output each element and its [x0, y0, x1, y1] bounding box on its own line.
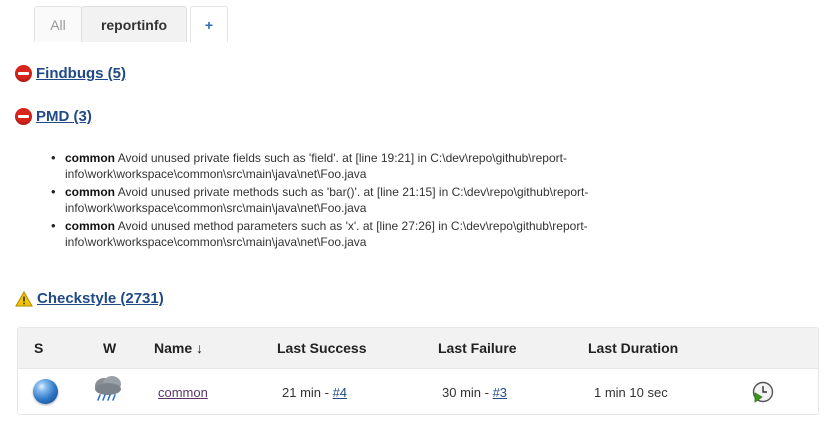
- last-duration-cell: 1 min 10 sec: [594, 385, 668, 400]
- issue-text: Avoid unused private methods such as 'ba…: [65, 185, 589, 215]
- job-table: S W Name ↓ Last Success Last Failure Las…: [17, 327, 819, 415]
- collapse-icon[interactable]: [15, 65, 32, 82]
- warning-icon: [15, 290, 33, 306]
- findbugs-section-header: Findbugs (5): [15, 65, 126, 82]
- last-success-cell: 21 min - #4: [282, 385, 347, 400]
- last-failure-cell: 30 min - #3: [442, 385, 507, 400]
- pmd-link[interactable]: PMD (3): [36, 108, 92, 125]
- last-failure-time: 30 min -: [442, 385, 493, 400]
- last-failure-build-link[interactable]: #3: [493, 385, 507, 400]
- column-header-last-success[interactable]: Last Success: [277, 340, 367, 356]
- last-success-time: 21 min -: [282, 385, 333, 400]
- table-header: S W Name ↓ Last Success Last Failure Las…: [18, 328, 818, 369]
- table-row: common 21 min - #4 30 min - #3 1 min 10 …: [18, 369, 818, 414]
- issue-module: common: [65, 185, 116, 199]
- issue-text: Avoid unused private fields such as 'fie…: [65, 151, 567, 181]
- pmd-section-header: PMD (3): [15, 108, 92, 125]
- column-header-status[interactable]: S: [34, 340, 43, 356]
- tab-reportinfo[interactable]: reportinfo: [81, 6, 187, 42]
- issue-module: common: [65, 151, 116, 165]
- pmd-issue-list: common Avoid unused private fields such …: [48, 150, 828, 252]
- tab-all[interactable]: All: [34, 6, 82, 42]
- rain-cloud-icon: [95, 376, 121, 401]
- column-header-weather[interactable]: W: [103, 340, 116, 356]
- column-header-last-failure[interactable]: Last Failure: [438, 340, 517, 356]
- column-header-name[interactable]: Name ↓: [154, 340, 203, 356]
- checkstyle-section-header: Checkstyle (2731): [15, 290, 164, 307]
- list-item: common Avoid unused private fields such …: [48, 150, 828, 182]
- collapse-icon[interactable]: [15, 108, 32, 125]
- schedule-build-icon[interactable]: [752, 381, 774, 403]
- job-name-link[interactable]: common: [158, 385, 208, 400]
- list-item: common Avoid unused private methods such…: [48, 184, 828, 216]
- issue-text: Avoid unused method parameters such as '…: [65, 219, 588, 249]
- blue-ball-icon: [33, 379, 58, 404]
- tab-add[interactable]: +: [190, 6, 228, 42]
- issue-module: common: [65, 219, 116, 233]
- column-header-last-duration[interactable]: Last Duration: [588, 340, 678, 356]
- findbugs-link[interactable]: Findbugs (5): [36, 65, 126, 82]
- checkstyle-link[interactable]: Checkstyle (2731): [37, 290, 164, 307]
- last-success-build-link[interactable]: #4: [333, 385, 347, 400]
- list-item: common Avoid unused method parameters su…: [48, 218, 828, 250]
- view-tabs: All reportinfo +: [34, 6, 228, 43]
